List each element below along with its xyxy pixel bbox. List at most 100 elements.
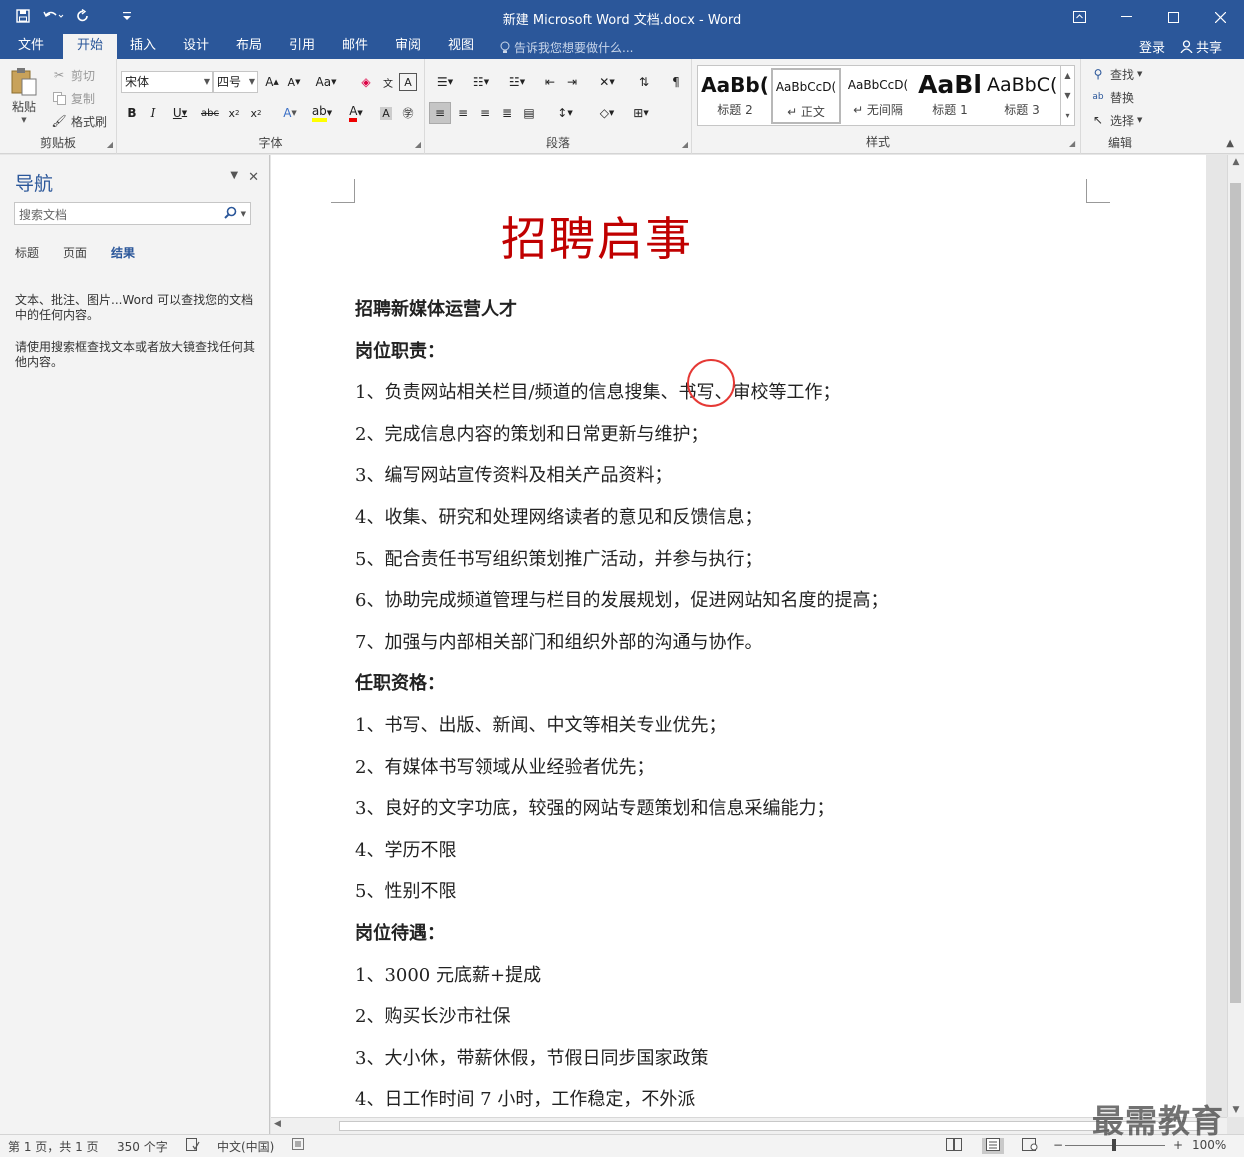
- style-heading1[interactable]: AaBl 标题 1: [915, 68, 985, 124]
- chevron-up-icon[interactable]: ▲: [1064, 71, 1070, 80]
- tab-home[interactable]: 开始: [63, 34, 118, 59]
- nav-close-icon[interactable]: ✕: [248, 170, 259, 185]
- font-size-combo[interactable]: 四号 ▼: [213, 71, 258, 93]
- horizontal-scroll-thumb[interactable]: [339, 1121, 1199, 1131]
- paragraph-launcher-icon[interactable]: ◢: [682, 140, 688, 149]
- more-styles-icon[interactable]: ▾: [1065, 111, 1069, 120]
- web-layout-icon[interactable]: [1022, 1138, 1038, 1154]
- clipboard-launcher-icon[interactable]: ◢: [107, 140, 113, 149]
- align-center-icon[interactable]: ≡: [452, 102, 474, 124]
- tab-file[interactable]: 文件: [4, 34, 58, 59]
- vertical-scroll-thumb[interactable]: [1230, 183, 1241, 1003]
- enclose-char-icon[interactable]: ㊫: [397, 102, 419, 124]
- change-case-icon[interactable]: Aa ▼: [311, 71, 341, 93]
- nav-tab-headings[interactable]: 标题: [15, 244, 39, 261]
- multilevel-list-icon[interactable]: ☳ ▼: [501, 71, 533, 93]
- text-effects-icon[interactable]: A ▼: [275, 102, 305, 124]
- align-left-icon[interactable]: ≡: [429, 102, 451, 124]
- vertical-scrollbar[interactable]: ▲ ▼: [1227, 155, 1244, 1117]
- grow-font-icon[interactable]: A ▲: [261, 71, 283, 93]
- close-icon[interactable]: [1197, 0, 1244, 34]
- collapse-ribbon-icon[interactable]: ▲: [1226, 138, 1234, 149]
- char-shading-icon[interactable]: A: [375, 102, 397, 124]
- show-marks-icon[interactable]: ¶: [665, 71, 687, 93]
- increase-indent-icon[interactable]: ⇥: [561, 71, 583, 93]
- font-name-value: 宋体: [125, 75, 150, 89]
- print-layout-icon[interactable]: [982, 1138, 1004, 1154]
- maximize-icon[interactable]: [1150, 0, 1197, 34]
- read-mode-icon[interactable]: [946, 1138, 962, 1154]
- styles-launcher-icon[interactable]: ◢: [1069, 139, 1075, 148]
- bold-icon[interactable]: B: [121, 102, 143, 124]
- line-spacing-icon[interactable]: ↕ ▼: [549, 102, 581, 124]
- style-normal[interactable]: AaBbCcD( ↵ 正文: [771, 68, 841, 124]
- minimize-icon[interactable]: [1103, 0, 1150, 34]
- scroll-left-icon[interactable]: ◀: [274, 1119, 281, 1129]
- word-count[interactable]: 350 个字: [117, 1138, 168, 1155]
- format-painter-label: 格式刷: [71, 114, 108, 129]
- page-count[interactable]: 第 1 页，共 1 页: [8, 1138, 99, 1155]
- language-indicator[interactable]: 中文(中国): [217, 1138, 274, 1155]
- horizontal-scrollbar[interactable]: ◀: [271, 1117, 1227, 1134]
- shrink-font-icon[interactable]: A ▼: [283, 71, 305, 93]
- borders-icon[interactable]: ⊞ ▼: [625, 102, 657, 124]
- sort-icon[interactable]: ⇅: [633, 71, 655, 93]
- tab-design[interactable]: 设计: [169, 34, 223, 59]
- subscript-icon[interactable]: x2: [223, 102, 245, 124]
- font-launcher-icon[interactable]: ◢: [415, 140, 421, 149]
- document-page[interactable]: 招聘启事 招聘新媒体运营人才 岗位职责： 1、负责网站相关栏目/频道的信息搜集、书写…: [271, 155, 1206, 1117]
- tab-layout[interactable]: 布局: [222, 34, 276, 59]
- search-dropdown-icon[interactable]: ▼: [241, 210, 246, 218]
- format-painter-button[interactable]: 🖌 格式刷: [50, 112, 107, 130]
- replace-button[interactable]: ab 替换: [1089, 88, 1134, 106]
- login-link[interactable]: 登录: [1139, 37, 1165, 56]
- nav-search-input[interactable]: 搜索文档 ▼: [14, 202, 251, 225]
- font-name-combo[interactable]: 宋体 ▼: [121, 71, 213, 93]
- tab-mailings[interactable]: 邮件: [328, 34, 382, 59]
- underline-icon[interactable]: U ▼: [165, 102, 195, 124]
- justify-icon[interactable]: ≣: [496, 102, 518, 124]
- phonetic-guide-icon[interactable]: 文: [377, 71, 399, 93]
- scroll-down-icon[interactable]: ▼: [1228, 1105, 1244, 1115]
- style-no-spacing[interactable]: AaBbCcD( ↵ 无间隔: [843, 68, 913, 124]
- scroll-up-icon[interactable]: ▲: [1228, 157, 1244, 167]
- tab-view[interactable]: 视图: [434, 34, 488, 59]
- nav-options-icon[interactable]: ▼: [230, 170, 238, 185]
- distributed-icon[interactable]: ▤: [518, 102, 540, 124]
- style-heading2[interactable]: AaBb( 标题 2: [700, 68, 770, 124]
- numbering-icon[interactable]: ☷ ▼: [465, 71, 497, 93]
- nav-tab-results[interactable]: 结果: [111, 244, 135, 261]
- decrease-indent-icon[interactable]: ⇤: [539, 71, 561, 93]
- italic-icon[interactable]: I: [142, 102, 164, 124]
- align-right-icon[interactable]: ≡: [474, 102, 496, 124]
- shading-icon[interactable]: ◇ ▼: [591, 102, 623, 124]
- tab-insert[interactable]: 插入: [116, 34, 170, 59]
- strikethrough-icon[interactable]: abc: [197, 102, 223, 124]
- proofing-icon[interactable]: [186, 1138, 200, 1154]
- styles-scroll[interactable]: ▲ ▼ ▾: [1060, 66, 1074, 125]
- zoom-out-icon[interactable]: −: [1053, 1138, 1063, 1152]
- chinese-layout-icon[interactable]: ✕ ▼: [591, 71, 623, 93]
- font-color-icon[interactable]: A ▼: [341, 102, 371, 124]
- macro-icon[interactable]: [292, 1138, 304, 1153]
- chevron-down-icon[interactable]: ▼: [1064, 91, 1070, 100]
- cut-button[interactable]: ✂ 剪切: [50, 66, 95, 84]
- bullets-icon[interactable]: ☰ ▼: [429, 71, 461, 93]
- clear-format-icon[interactable]: ◈: [355, 71, 377, 93]
- tab-review[interactable]: 审阅: [381, 34, 435, 59]
- tell-me-box[interactable]: 告诉我您想要做什么...: [500, 39, 633, 56]
- highlight-icon[interactable]: ab ▼: [307, 102, 337, 124]
- tab-references[interactable]: 引用: [275, 34, 329, 59]
- copy-button[interactable]: 复制: [50, 89, 95, 107]
- char-border-icon[interactable]: A: [399, 73, 417, 91]
- ribbon-display-icon[interactable]: [1056, 0, 1103, 34]
- share-button[interactable]: 共享: [1180, 37, 1222, 56]
- nav-tab-pages[interactable]: 页面: [63, 244, 87, 261]
- magnifier-icon[interactable]: [223, 206, 237, 222]
- find-button[interactable]: ⚲ 查找 ▼: [1089, 65, 1143, 83]
- style-heading3[interactable]: AaBbC( 标题 3: [987, 68, 1057, 124]
- select-button[interactable]: ↖ 选择 ▼: [1089, 111, 1142, 129]
- superscript-icon[interactable]: x2: [245, 102, 267, 124]
- paste-button[interactable]: 粘贴 ▼: [10, 67, 38, 124]
- editing-group: ⚲ 查找 ▼ ab 替换 ↖ 选择 ▼ 编辑: [1081, 59, 1159, 154]
